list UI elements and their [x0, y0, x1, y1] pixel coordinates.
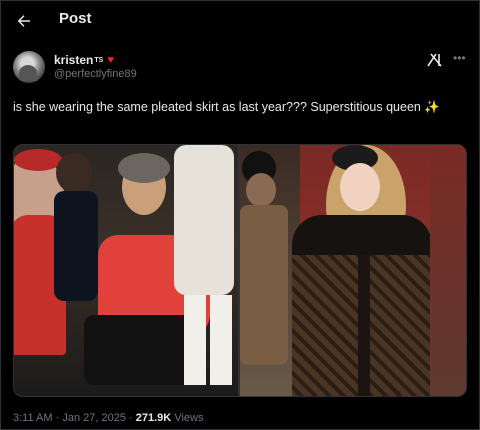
- more-horizontal-icon: •••: [453, 51, 466, 65]
- media-grid: [13, 144, 467, 397]
- back-button[interactable]: [13, 10, 35, 32]
- post-time[interactable]: 3:11 AM: [13, 412, 53, 424]
- author-superscript: TS: [94, 56, 104, 64]
- photo-right[interactable]: [240, 145, 466, 396]
- post-date[interactable]: Jan 27, 2025: [62, 412, 126, 424]
- grok-icon[interactable]: [427, 53, 443, 70]
- views-count: 271.9K: [135, 412, 172, 424]
- heart-icon: ♥: [107, 54, 114, 66]
- more-options-button[interactable]: •••: [453, 51, 466, 65]
- views-label: Views: [174, 412, 204, 424]
- post-detail-view: Post kristen TS ♥ @perfectlyfine89 ••• is…: [0, 0, 480, 430]
- post-meta: 3:11 AM · Jan 27, 2025 · 271.9K Views: [13, 412, 204, 424]
- tweet-text: is she wearing the same pleated skirt as…: [13, 98, 469, 116]
- author-handle[interactable]: @perfectlyfine89: [54, 68, 137, 80]
- avatar[interactable]: [13, 51, 45, 83]
- arrow-left-icon: [17, 15, 30, 27]
- tweet-body: is she wearing the same pleated skirt as…: [13, 100, 421, 114]
- sparkles-icon: ✨: [424, 100, 440, 114]
- photo-left[interactable]: [14, 145, 238, 396]
- author-name[interactable]: kristen TS ♥: [54, 53, 114, 67]
- author-display-name: kristen: [54, 53, 94, 67]
- top-bar: Post: [1, 1, 480, 41]
- page-title: Post: [59, 10, 92, 27]
